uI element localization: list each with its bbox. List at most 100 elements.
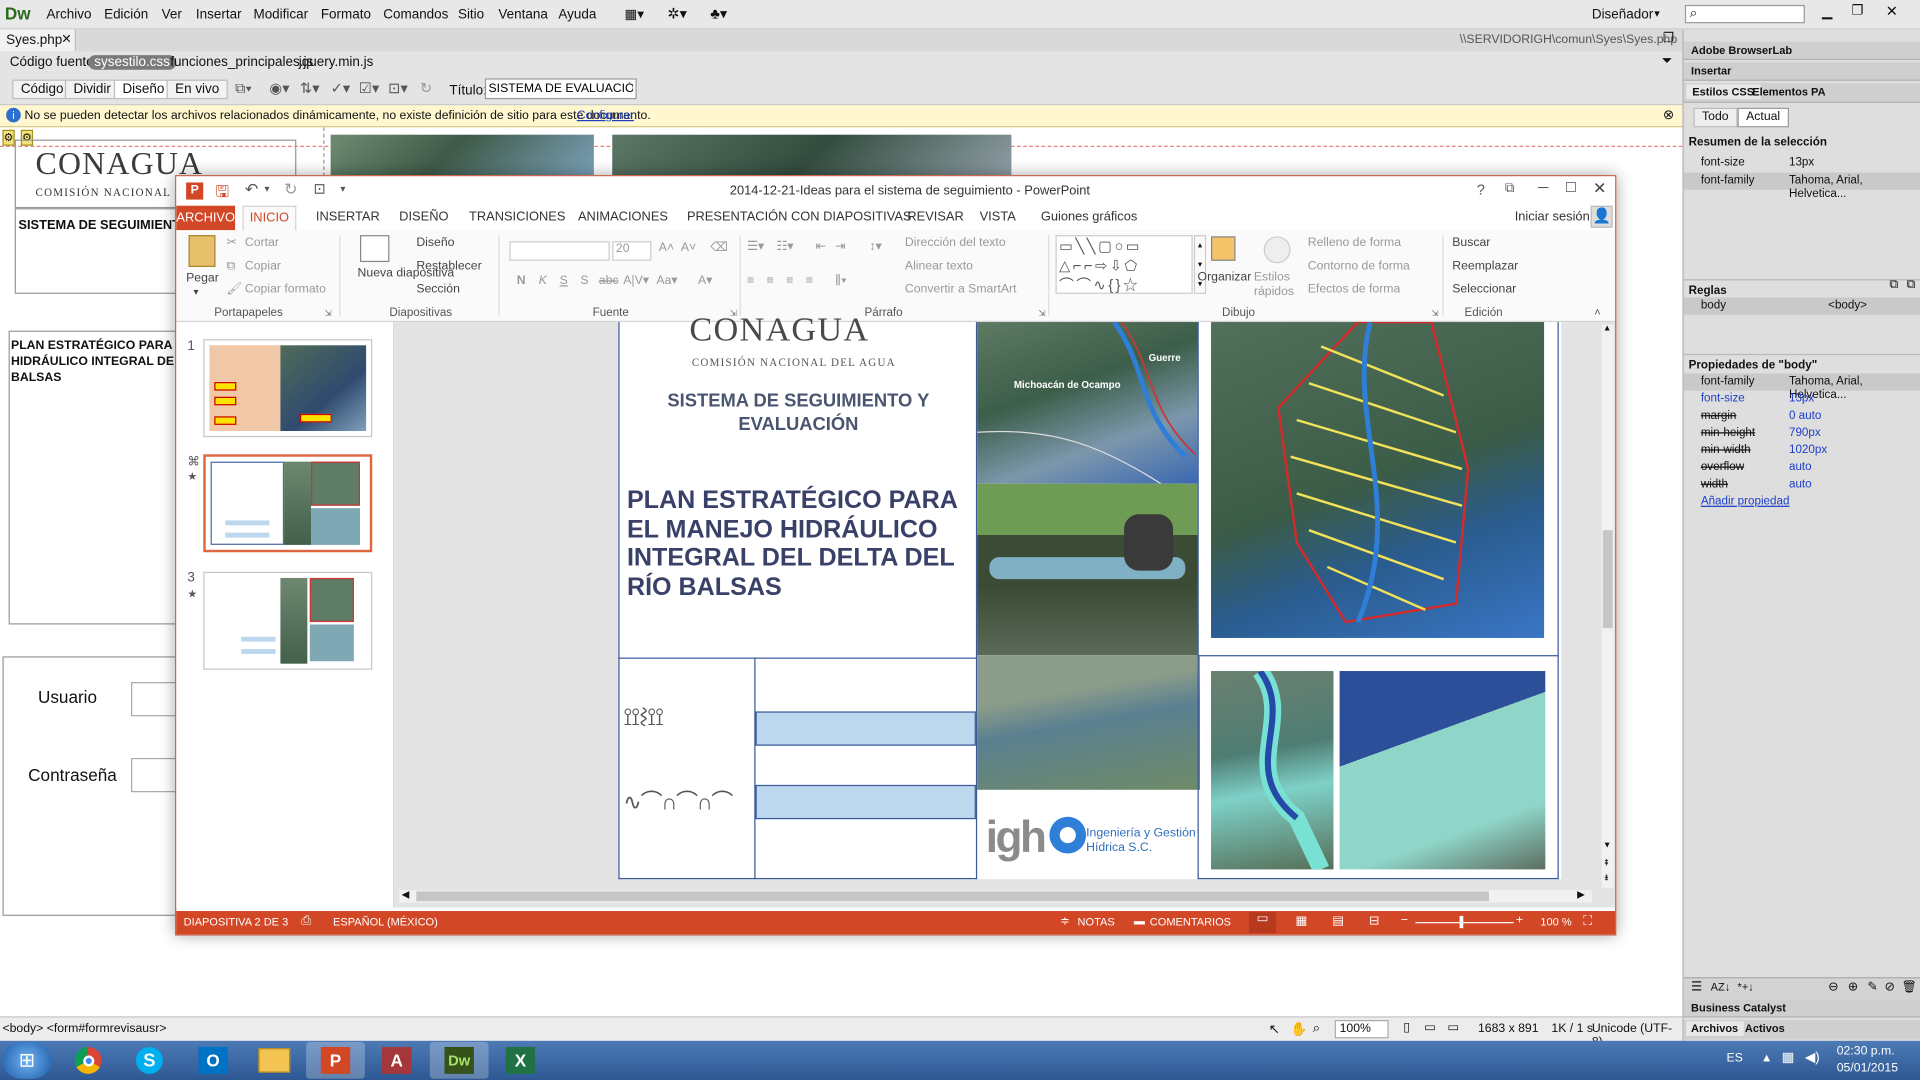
close-icon[interactable]: ✕ (1593, 179, 1606, 199)
ribbon-display-icon[interactable]: ⧉ (1505, 181, 1515, 197)
flood-map-2[interactable] (1339, 671, 1546, 870)
scroll-right-icon[interactable]: ▶ (1577, 889, 1585, 900)
prop-row[interactable]: overflow auto (1684, 459, 1920, 476)
align-center-icon[interactable]: ≡ (767, 274, 774, 287)
desktop-size-icon[interactable]: ▭ (1447, 1021, 1459, 1034)
prop-row[interactable]: font-size 13px (1684, 391, 1920, 408)
menu-comandos[interactable]: Comandos (383, 7, 448, 22)
chevron-down-icon[interactable]: ▾ (193, 287, 198, 298)
configure-link[interactable]: Configurar (577, 109, 634, 122)
split-view-button[interactable]: Dividir (64, 79, 120, 100)
layout-icon[interactable]: ▦▾ (624, 6, 643, 22)
language-status[interactable]: ESPAÑOL (MÉXICO) (333, 916, 438, 928)
prop-row[interactable]: font-family Tahoma, Arial, Helvetica... (1683, 373, 1920, 402)
comments-button[interactable]: COMENTARIOS (1150, 916, 1231, 928)
design-view-button[interactable]: Diseño (113, 79, 173, 100)
table-row-highlight[interactable] (755, 784, 976, 820)
replace-button[interactable]: Reemplazar (1452, 260, 1518, 273)
align-right-icon[interactable]: ≡ (786, 274, 793, 287)
filter-icon[interactable]: ⏷ (1662, 54, 1673, 70)
explorer-app-icon[interactable] (245, 1042, 304, 1079)
line-spacing-icon[interactable]: ↕▾ (869, 240, 881, 253)
tab-inicio[interactable]: INICIO (242, 205, 297, 232)
disable-icon[interactable]: ⊘ (1884, 981, 1894, 994)
outlook-app-icon[interactable]: O (184, 1042, 243, 1079)
shape-effects-button[interactable]: Efectos de forma (1308, 283, 1401, 296)
slide-heading[interactable]: PLAN ESTRATÉGICO PARA EL MANEJO HIDRÁULI… (627, 486, 964, 601)
tray-arrow-icon[interactable]: ▴ (1763, 1049, 1770, 1066)
convert-smartart-button[interactable]: Convertir a SmartArt (905, 283, 1017, 296)
menu-ventana[interactable]: Ventana (498, 7, 547, 22)
table-row-highlight[interactable] (755, 711, 976, 746)
dw-login-box[interactable]: Usuario Contraseña (2, 656, 180, 916)
normal-view-icon[interactable]: ▭ (1248, 912, 1276, 934)
zoom-level[interactable]: 100 % (1540, 916, 1571, 928)
w3c-validation-icon[interactable]: ✓▾ (331, 80, 351, 97)
select-button[interactable]: Seleccionar (1452, 283, 1516, 296)
sort-az-icon[interactable]: AZ↓ (1711, 981, 1731, 993)
section-button[interactable]: Sección (416, 283, 460, 296)
menu-ayuda[interactable]: Ayuda (558, 7, 596, 22)
minimize-icon[interactable]: ─ (1538, 179, 1548, 196)
grow-font-icon[interactable]: A˄ (659, 241, 674, 254)
arrange-button[interactable]: Organizar (1198, 271, 1252, 284)
customize-qat-icon[interactable]: ▾ (340, 184, 345, 195)
code-view-button[interactable]: Código (12, 79, 73, 100)
zoom-slider[interactable] (1415, 922, 1514, 924)
slide-sorter-icon[interactable]: ▦ (1296, 915, 1308, 928)
close-info-icon[interactable]: ⊗ (1663, 107, 1674, 123)
prop-row[interactable]: width auto (1684, 476, 1920, 493)
dreamweaver-app-icon[interactable]: Dw (429, 1042, 489, 1079)
shape-fill-button[interactable]: Relleno de forma (1308, 236, 1401, 249)
excel-app-icon[interactable]: X (491, 1042, 550, 1079)
pump-photo[interactable] (977, 483, 1198, 656)
panel-insert[interactable]: Insertar (1683, 62, 1920, 81)
gear-icon[interactable]: ✲▾ (667, 5, 687, 22)
set-props-icon[interactable]: *+↓ (1738, 981, 1754, 993)
align-text-button[interactable]: Alinear texto (905, 260, 973, 273)
prop-row[interactable]: min-height 790px (1684, 425, 1920, 442)
paste-icon[interactable] (188, 235, 216, 267)
panel-business-catalyst[interactable]: Business Catalyst (1683, 999, 1920, 1018)
fit-slide-icon[interactable]: ⛶ (1583, 915, 1592, 928)
underline-icon[interactable]: S (560, 274, 568, 287)
delete-icon[interactable]: 🗑 (1902, 981, 1918, 994)
font-color-icon[interactable]: A▾ (698, 274, 712, 287)
start-presentation-icon[interactable]: ⊡ (313, 180, 325, 197)
select-tool-icon[interactable]: ↖ (1269, 1021, 1280, 1037)
menu-edicion[interactable]: Edición (104, 7, 148, 22)
justify-icon[interactable]: ≡ (806, 274, 813, 287)
close-tab-icon[interactable]: ✕ (61, 33, 71, 46)
arrange-icon[interactable] (1211, 236, 1236, 261)
zoom-select[interactable]: 100% (1334, 1020, 1389, 1039)
scroll-down-icon[interactable]: ▼ (1603, 841, 1611, 850)
dialog-launcher-icon[interactable]: ⇲ (324, 309, 331, 319)
font-size-select[interactable]: 20 (612, 241, 652, 261)
tab-insertar[interactable]: INSERTAR (316, 209, 380, 224)
vertical-scrollbar[interactable]: ▲ ▼ ⇞ ⇟ (1601, 324, 1614, 888)
user-input[interactable] (131, 682, 180, 717)
tab-guiones[interactable]: Guiones gráficos (1041, 209, 1137, 224)
gallery-scroll[interactable]: ▴ ▾ ▾ (1193, 235, 1207, 294)
file-jquery[interactable]: jquery.min.js (299, 55, 374, 70)
dialog-launcher-icon[interactable]: ⇲ (1038, 309, 1045, 319)
shadow-icon[interactable]: S (580, 274, 588, 287)
igh-logo[interactable]: igh (986, 812, 1047, 863)
tab-files[interactable]: Archivos (1686, 1021, 1744, 1036)
document-title-input[interactable] (484, 78, 637, 100)
aerial-photo-map[interactable]: Guerre Michoacán de Ocampo (977, 322, 1198, 484)
workspace-switcher[interactable]: Diseñador (1592, 7, 1653, 22)
slide-conagua-logo[interactable]: CONAGUA (689, 311, 869, 350)
prop-row[interactable]: margin 0 auto (1684, 408, 1920, 425)
flood-map-1[interactable] (1211, 671, 1334, 870)
spacing-icon[interactable]: A|V▾ (623, 274, 649, 287)
hand-tool-icon[interactable]: ✋ (1291, 1021, 1308, 1037)
clock-time[interactable]: 02:30 p.m. (1837, 1044, 1895, 1057)
signature-image[interactable]: ⟟⟟⌇⟟⟟ (623, 704, 664, 732)
all-mode-button[interactable]: Todo (1693, 107, 1738, 128)
undo-icon[interactable]: ↶ (245, 180, 258, 200)
network-icon[interactable]: ▦ (1782, 1049, 1795, 1066)
clock-date[interactable]: 05/01/2015 (1837, 1062, 1898, 1075)
help-icon[interactable]: ? (1477, 181, 1485, 198)
tag-selector[interactable]: <body> <form#formrevisausr> (2, 1022, 166, 1035)
